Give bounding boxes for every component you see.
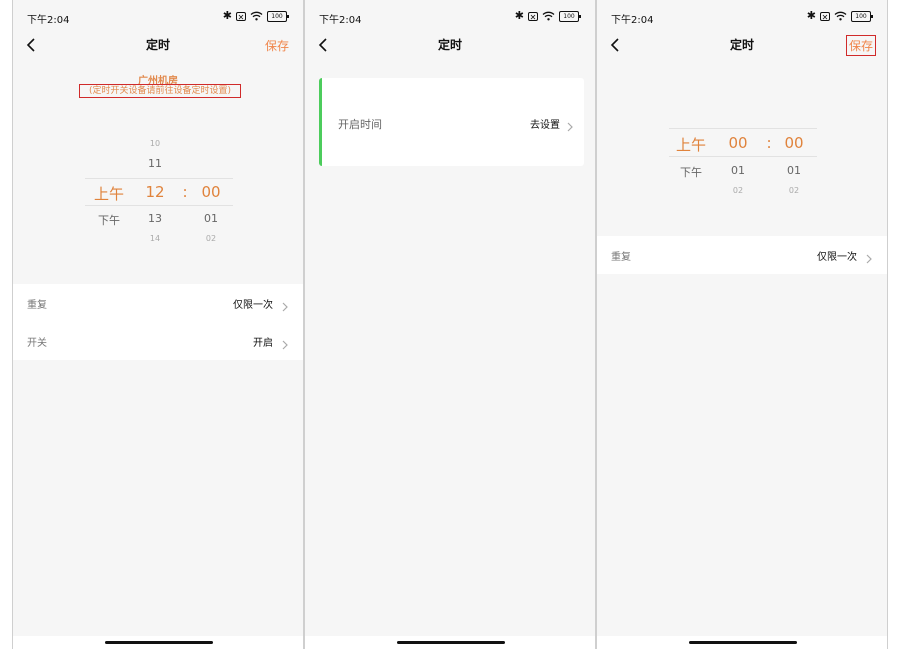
picker-ampm-selected[interactable]: 上午 [91, 183, 127, 204]
status-time: 下午2:04 [27, 15, 70, 26]
chevron-right-icon [865, 249, 873, 264]
picker-hour[interactable]: 14 [143, 234, 167, 243]
picker-divider [85, 205, 233, 206]
picker-minute-selected[interactable]: 00 [197, 183, 225, 201]
chevron-right-icon [281, 297, 289, 312]
picker-colon: : [766, 134, 772, 152]
picker-ampm[interactable]: 下午 [91, 212, 127, 228]
status-bar: 下午2:04 ✱ ✕ 100 [13, 0, 303, 30]
battery-icon: 100 [267, 10, 289, 22]
start-time-card[interactable]: 开启时间 去设置 [319, 78, 584, 166]
home-indicator [305, 636, 595, 649]
picker-minute[interactable]: 01 [781, 164, 807, 177]
chevron-right-icon [281, 335, 289, 350]
page-title: 定时 [437, 38, 462, 52]
home-indicator [13, 636, 303, 649]
picker-hour[interactable]: 10 [143, 139, 167, 148]
switch-value: 开启 [253, 338, 273, 349]
screen-timer-edit: 下午2:04 ✱ ✕ 100 定时 保存 广州机房 (定时开关设备请前往设备定时… [12, 0, 304, 649]
switch-row[interactable]: 开关 开启 [13, 322, 303, 360]
picker-hour[interactable]: 01 [725, 164, 751, 177]
home-bar[interactable] [689, 641, 797, 644]
wifi-icon [834, 11, 847, 21]
picker-hour-selected[interactable]: 12 [141, 183, 169, 201]
screen-timer-set: 下午2:04 ✱ ✕ 100 定时 保存 上午 00 : 00 下午 01 01… [596, 0, 888, 649]
repeat-value: 仅限一次 [233, 300, 273, 311]
battery-icon: 100 [559, 10, 581, 22]
picker-divider [669, 156, 817, 157]
no-sim-icon: ✕ [236, 11, 246, 22]
repeat-label: 重复 [611, 252, 631, 263]
picker-hour[interactable]: 13 [143, 212, 167, 225]
save-button[interactable]: 保存 [265, 37, 289, 54]
home-indicator [597, 636, 887, 649]
picker-minute-selected[interactable]: 00 [779, 134, 809, 152]
nav-bar: 定时 保存 [597, 30, 887, 60]
picker-minute[interactable]: 01 [199, 212, 223, 225]
timer-hint: (定时开关设备请前往设备定时设置) [79, 84, 241, 98]
save-button[interactable]: 保存 [845, 35, 876, 56]
page-title: 定时 [729, 38, 754, 52]
repeat-row[interactable]: 重复 仅限一次 [13, 284, 303, 322]
repeat-row[interactable]: 重复 仅限一次 [597, 236, 887, 274]
status-time: 下午2:04 [611, 15, 654, 26]
home-bar[interactable] [105, 641, 213, 644]
picker-divider [85, 178, 233, 179]
picker-minute[interactable]: 02 [199, 234, 223, 243]
picker-hour[interactable]: 02 [725, 186, 751, 195]
repeat-label: 重复 [27, 300, 47, 311]
picker-hour[interactable]: 11 [143, 157, 167, 170]
wifi-icon [250, 11, 263, 21]
nav-bar: 定时 [305, 30, 595, 60]
start-time-label: 开启时间 [338, 118, 382, 131]
repeat-value: 仅限一次 [817, 252, 857, 263]
picker-colon: : [182, 183, 188, 201]
picker-minute[interactable]: 02 [781, 186, 807, 195]
bluetooth-icon: ✱ [514, 9, 524, 22]
no-sim-icon: ✕ [820, 11, 830, 22]
bluetooth-icon: ✱ [806, 9, 816, 22]
wifi-icon [542, 11, 555, 21]
screen-timer-empty: 下午2:04 ✱ ✕ 100 定时 开启时间 去设置 [304, 0, 596, 649]
picker-divider [669, 128, 817, 129]
battery-icon: 100 [851, 10, 873, 22]
page-title: 定时 [145, 38, 170, 52]
status-bar: 下午2:04 ✱ ✕ 100 [305, 0, 595, 30]
bluetooth-icon: ✱ [222, 9, 232, 22]
no-sim-icon: ✕ [528, 11, 538, 22]
status-bar: 下午2:04 ✱ ✕ 100 [597, 0, 887, 30]
home-bar[interactable] [397, 641, 505, 644]
picker-hour-selected[interactable]: 00 [723, 134, 753, 152]
switch-label: 开关 [27, 338, 47, 349]
go-setup-link[interactable]: 去设置 [530, 116, 560, 131]
status-time: 下午2:04 [319, 15, 362, 26]
nav-bar: 定时 保存 [13, 30, 303, 60]
chevron-right-icon [566, 117, 574, 132]
picker-ampm-selected[interactable]: 上午 [673, 134, 709, 155]
picker-ampm[interactable]: 下午 [673, 164, 709, 180]
